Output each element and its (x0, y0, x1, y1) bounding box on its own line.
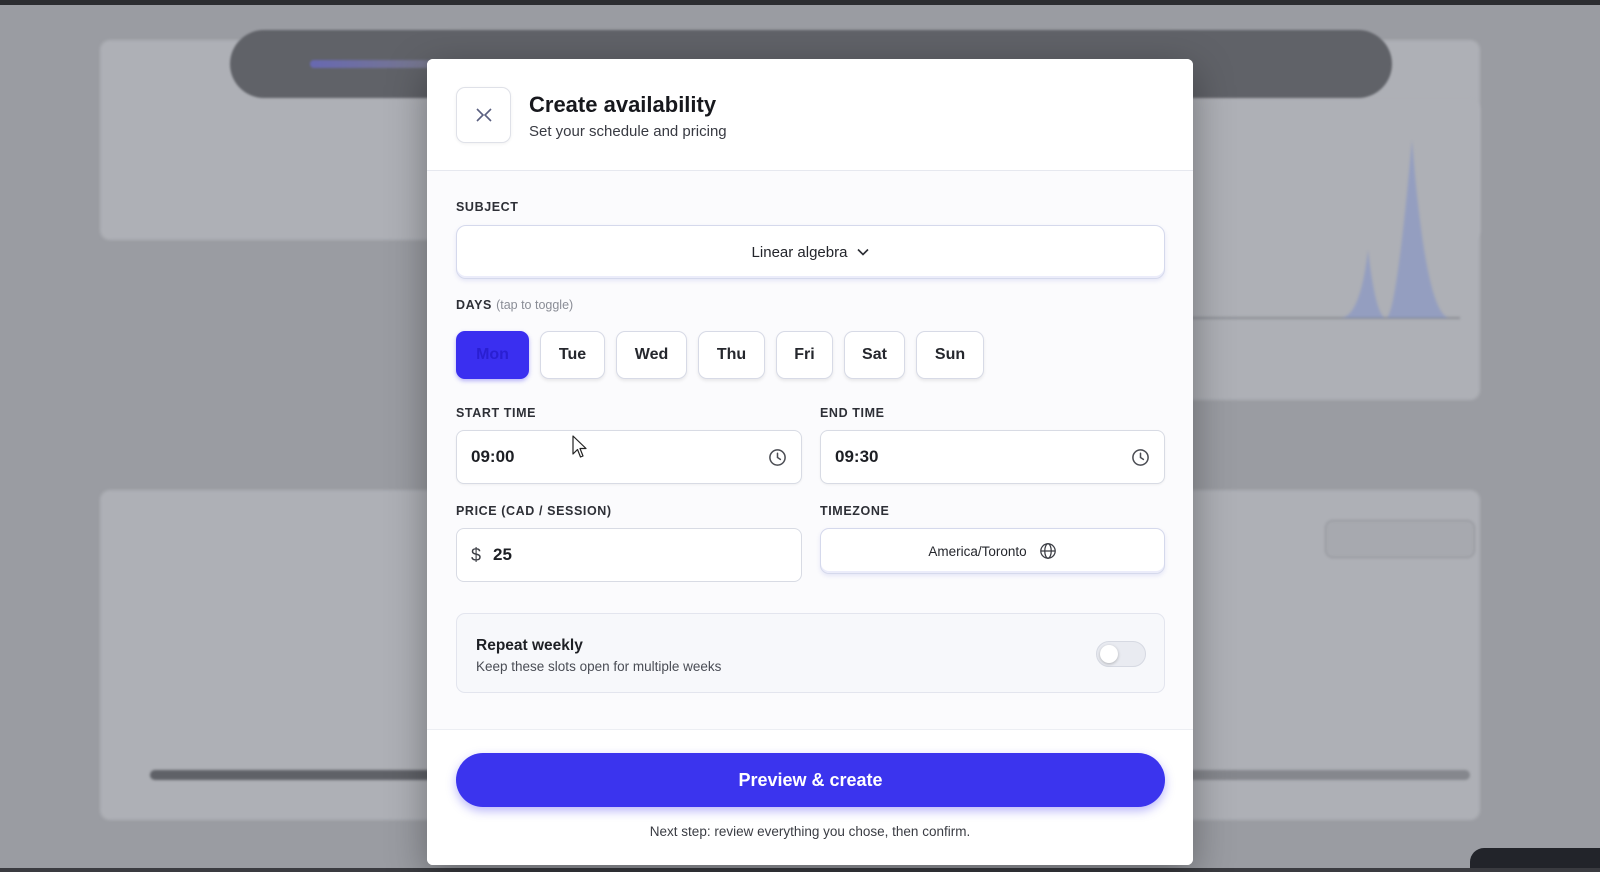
logo-icon (475, 108, 492, 122)
modal-body: SUBJECT Linear algebra DAYS (tap to togg… (427, 171, 1193, 729)
chevron-down-icon (857, 248, 870, 256)
repeat-weekly-toggle[interactable] (1096, 641, 1146, 667)
globe-icon (1039, 543, 1056, 559)
day-fri[interactable]: Fri (776, 331, 833, 379)
bottom-bar (0, 868, 1600, 872)
clock-icon (769, 448, 786, 466)
top-bar (0, 0, 1600, 5)
start-time-label: START TIME (456, 406, 537, 420)
background-button (1325, 520, 1475, 558)
modal-header: Create availability Set your schedule an… (427, 59, 1193, 171)
days-hint: (tap to toggle) (496, 298, 574, 312)
day-mon[interactable]: Mon (456, 331, 529, 379)
day-thu[interactable]: Thu (698, 331, 765, 379)
modal-title: Create availability (529, 92, 717, 117)
toggle-knob (1100, 645, 1118, 663)
day-sun[interactable]: Sun (916, 331, 984, 379)
create-availability-modal: Create availability Set your schedule an… (427, 59, 1193, 865)
days-label: DAYS (tap to toggle) (456, 298, 573, 312)
clock-icon (1132, 448, 1149, 466)
price-value: 25 (493, 545, 512, 564)
modal-subtitle: Set your schedule and pricing (529, 123, 727, 140)
price-label: PRICE (CAD / SESSION) (456, 504, 612, 518)
repeat-subtitle: Keep these slots open for multiple weeks (476, 659, 722, 674)
timezone-value: America/Toronto (928, 543, 1027, 559)
repeat-weekly-card: Repeat weekly Keep these slots open for … (456, 613, 1165, 693)
preview-create-button[interactable]: Preview & create (456, 753, 1165, 807)
footer-note: Next step: review everything you chose, … (649, 824, 971, 839)
end-time-input[interactable]: 09:30 (820, 430, 1165, 484)
start-time-value: 09:00 (471, 447, 515, 466)
subject-label: SUBJECT (456, 200, 519, 214)
currency-symbol: $ (471, 544, 482, 565)
day-wed[interactable]: Wed (616, 331, 687, 379)
repeat-title: Repeat weekly (476, 637, 583, 654)
price-input[interactable]: $ 25 (456, 528, 802, 582)
days-label-text: DAYS (456, 298, 492, 312)
mouse-cursor-icon (572, 435, 587, 458)
end-time-label: END TIME (820, 406, 885, 420)
background-chart (1190, 140, 1460, 319)
timezone-label: TIMEZONE (820, 504, 890, 518)
end-time-value: 09:30 (835, 447, 879, 466)
days-toggle-group: Mon Tue Wed Thu Fri Sat Sun (456, 331, 984, 379)
start-time-input[interactable]: 09:00 (456, 430, 802, 484)
subject-value: Linear algebra (751, 243, 848, 261)
subject-select[interactable]: Linear algebra (456, 225, 1165, 279)
day-tue[interactable]: Tue (540, 331, 605, 379)
modal-footer: Preview & create Next step: review every… (427, 729, 1193, 865)
timezone-select[interactable]: America/Toronto (820, 528, 1165, 574)
day-sat[interactable]: Sat (844, 331, 905, 379)
logo (456, 87, 511, 143)
